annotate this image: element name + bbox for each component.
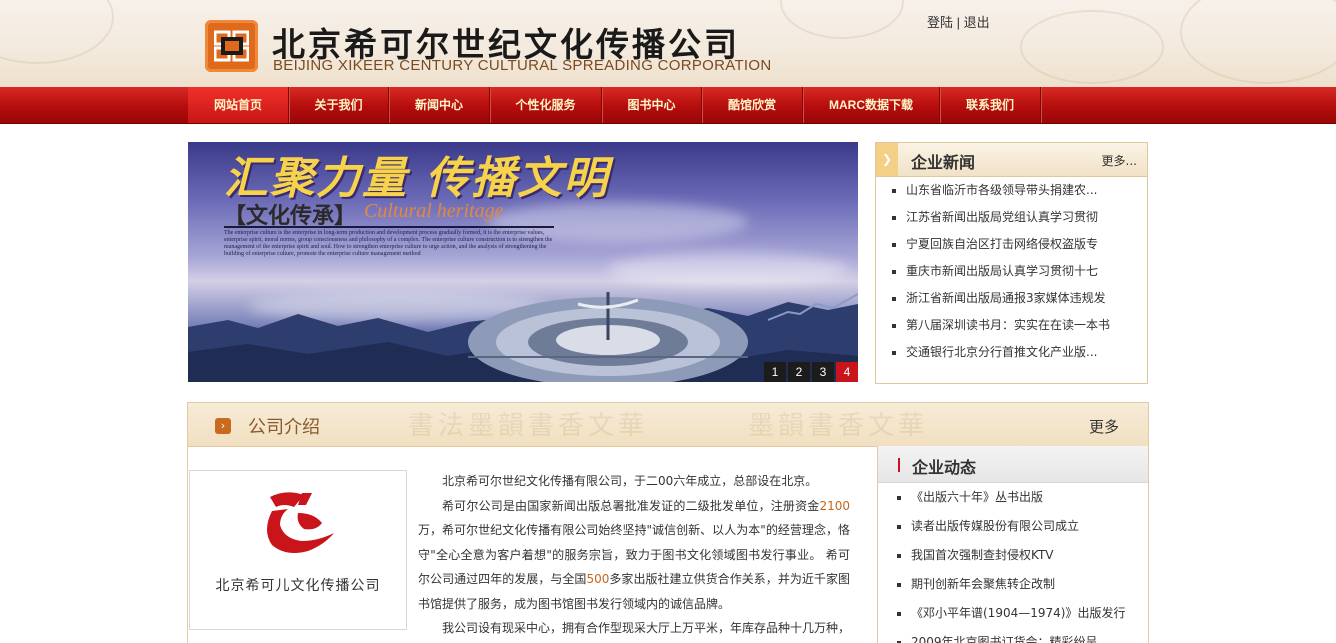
logo-caption: 北京希可儿文化传播公司 — [215, 578, 381, 594]
news-item[interactable]: 江苏省新闻出版局党组认真学习贯彻 — [876, 204, 1147, 231]
company-logo-icon[interactable] — [205, 20, 258, 72]
news-item[interactable]: 交通银行北京分行首推文化产业版... — [876, 339, 1147, 366]
header-cloud-ornament — [1020, 10, 1164, 84]
company-emblem-icon — [267, 492, 334, 553]
company-intro-text: 北京希可尔世纪文化传播有限公司，于二00六年成立，总部设在北京。 希可尔公司是由… — [418, 469, 850, 641]
slide-dot-3[interactable]: 3 — [812, 362, 834, 382]
company-logo-image: 北京希可儿文化传播公司 — [189, 470, 407, 630]
slide-dot-2[interactable]: 2 — [788, 362, 810, 382]
company-dynamics-title: 企业动态 — [912, 458, 977, 477]
intro-paragraph: 希可尔公司是由国家新闻出版总署批准发证的二级批发单位，注册资金2100万，希可尔… — [418, 498, 850, 611]
company-news-list: 山东省临沂市各级领导带头捐建农... 江苏省新闻出版局党组认真学习贯彻 宁夏回族… — [876, 177, 1147, 366]
slide-indicators: 1 2 3 4 — [762, 362, 858, 382]
company-news-header: ❯ 企业新闻 更多... — [876, 143, 1147, 177]
nav-item-news[interactable]: 新闻中心 — [389, 87, 490, 123]
dynamics-item[interactable]: 《出版六十年》丛书出版 — [878, 483, 1148, 512]
nav-item-contact[interactable]: 联系我们 — [940, 87, 1041, 123]
dynamics-item[interactable]: 读者出版传媒股份有限公司成立 — [878, 512, 1148, 541]
section-marker-icon: ❯ — [876, 143, 898, 176]
section-bar-icon — [898, 458, 900, 472]
login-link[interactable]: 登陆 — [927, 15, 953, 30]
main-navigation: 网站首页 关于我们 新闻中心 个性化服务 图书中心 酷馆欣赏 MARC数据下载 … — [0, 87, 1336, 124]
banner-slideshow[interactable]: 汇聚力量 传播文明 【文化传承】 Cultural heritage The e… — [188, 142, 858, 382]
arrow-right-icon: › — [215, 418, 231, 434]
banner-paragraph: The enterprise culture is the enterprise… — [224, 230, 553, 257]
link-separator: | — [953, 15, 964, 30]
slide-dot-4[interactable]: 4 — [836, 362, 858, 382]
company-news-more-link[interactable]: 更多... — [1102, 152, 1137, 169]
dynamics-item[interactable]: 我国首次强制查封侵权KTV — [878, 541, 1148, 570]
dynamics-item[interactable]: 《邓小平年谱(1904—1974)》出版发行 — [878, 599, 1148, 628]
dynamics-item[interactable]: 2009年北京图书订货会：精彩纷呈 — [878, 628, 1148, 643]
nav-item-marc-download[interactable]: MARC数据下载 — [803, 87, 940, 123]
nav-item-book-center[interactable]: 图书中心 — [602, 87, 702, 123]
banner-divider — [224, 226, 554, 228]
company-name-en: BEIJING XIKEER CENTURY CULTURAL SPREADIN… — [273, 57, 772, 74]
header-cloud-ornament — [780, 0, 904, 39]
site-header: 北京希可尔世纪文化传播公司 BEIJING XIKEER CENTURY CUL… — [0, 0, 1336, 87]
nav-item-about[interactable]: 关于我们 — [289, 87, 389, 123]
calligraphy-ornament: 墨韻書香文華 — [748, 411, 929, 441]
nav-item-personalized-service[interactable]: 个性化服务 — [490, 87, 602, 123]
calligraphy-ornament: 書法墨韻書香文華 — [408, 411, 649, 441]
nav-item-gallery[interactable]: 酷馆欣赏 — [702, 87, 803, 123]
intro-paragraph: 北京希可尔世纪文化传播有限公司，于二00六年成立，总部设在北京。 — [442, 474, 818, 488]
news-item[interactable]: 山东省临沂市各级领导带头捐建农... — [876, 177, 1147, 204]
news-item[interactable]: 第八届深圳读书月：实实在在读一本书 — [876, 312, 1147, 339]
header-cloud-ornament — [0, 0, 114, 64]
slide-dot-1[interactable]: 1 — [764, 362, 786, 382]
news-item[interactable]: 重庆市新闻出版局认真学习贯彻十七 — [876, 258, 1147, 285]
company-intro-more-link[interactable]: 更多 — [1089, 416, 1119, 437]
company-intro-title: 公司介绍 — [248, 417, 320, 438]
news-item[interactable]: 浙江省新闻出版局通报3家媒体违规发 — [876, 285, 1147, 312]
account-links: 登陆 | 退出 — [927, 12, 990, 31]
banner-title: 汇聚力量 传播文明 — [224, 153, 610, 204]
company-dynamics-panel: 企业动态 《出版六十年》丛书出版 读者出版传媒股份有限公司成立 我国首次强制查封… — [877, 446, 1148, 643]
intro-paragraph: 我公司设有现采中心，拥有合作型现采大厅上万平米，年库存品种十几万种， — [442, 621, 851, 635]
news-item[interactable]: 宁夏回族自治区打击网络侵权盗版专 — [876, 231, 1147, 258]
company-intro-section: 書法墨韻書香文華 墨韻書香文華 › 公司介绍 更多 北京希可儿文化传播公司 北京… — [187, 402, 1149, 643]
header-cloud-ornament — [1180, 0, 1336, 84]
logout-link[interactable]: 退出 — [964, 15, 990, 30]
company-dynamics-list: 《出版六十年》丛书出版 读者出版传媒股份有限公司成立 我国首次强制查封侵权KTV… — [878, 483, 1148, 643]
nav-item-home[interactable]: 网站首页 — [188, 87, 289, 123]
company-intro-header: 書法墨韻書香文華 墨韻書香文華 › 公司介绍 更多 — [188, 403, 1148, 447]
company-news-panel: ❯ 企业新闻 更多... 山东省临沂市各级领导带头捐建农... 江苏省新闻出版局… — [875, 142, 1148, 384]
company-news-title: 企业新闻 — [911, 153, 976, 172]
banner-subtitle-en: Cultural heritage — [364, 200, 504, 222]
dynamics-item[interactable]: 期刊创新年会聚焦转企改制 — [878, 570, 1148, 599]
company-dynamics-header: 企业动态 — [878, 446, 1148, 483]
